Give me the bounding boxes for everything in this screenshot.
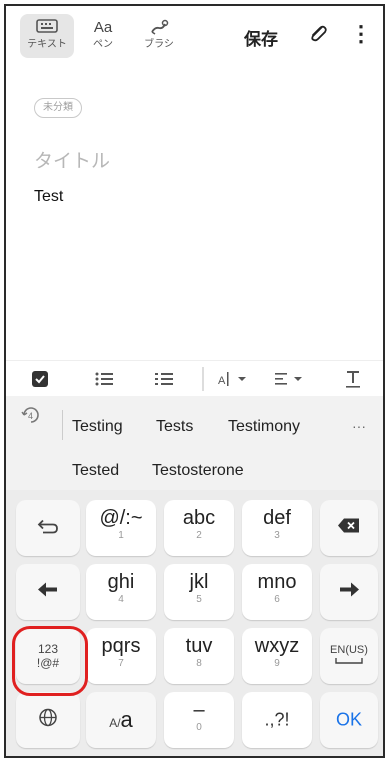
align-icon[interactable] — [274, 367, 308, 391]
handwriting-toggle-icon[interactable]: 4 — [20, 404, 42, 431]
key-number: 2 — [196, 530, 202, 541]
keyboard: @/:~ 1 abc 2 def 3 ghi 4 jkl 5 mno 6 123… — [6, 490, 383, 756]
key-8[interactable]: tuv 8 — [164, 628, 234, 684]
device-screen: テキスト Aa ペン ブラシ 保存 ⋮ 未分類 タイトル Test A 4 Te… — [4, 4, 385, 758]
font-size-icon[interactable]: A — [218, 367, 252, 391]
key-number: 6 — [274, 594, 280, 605]
punctuation-key[interactable]: .,?! — [242, 692, 312, 748]
keyboard-icon — [20, 18, 74, 38]
key-7[interactable]: pqrs 7 — [86, 628, 156, 684]
checkbox-icon[interactable] — [28, 367, 52, 391]
key-label: wxyz — [254, 635, 300, 657]
pen-text-icon: Aa — [93, 19, 113, 36]
suggestion-word[interactable]: Tested — [72, 462, 119, 480]
key-label: – — [193, 699, 205, 721]
key-number: 7 — [118, 658, 124, 669]
key-label: ghi — [107, 571, 135, 593]
arrow-right-icon — [320, 582, 378, 603]
bullet-list-icon[interactable] — [92, 367, 116, 391]
key-2[interactable]: abc 2 — [164, 500, 234, 556]
mode-key-line2: !@# — [36, 656, 60, 670]
suggestion-word[interactable]: Testimony — [228, 418, 300, 436]
text-style-icon[interactable] — [342, 367, 364, 391]
key-9[interactable]: wxyz 9 — [242, 628, 312, 684]
key-label: abc — [182, 507, 216, 529]
svg-text:4: 4 — [28, 411, 33, 421]
key-label: tuv — [185, 635, 213, 657]
toolbar-divider — [202, 367, 204, 391]
arrow-left-icon — [16, 582, 80, 603]
suggestion-bar: 4 Testing Tests Testimony ··· Tested Tes… — [6, 396, 383, 490]
save-button[interactable]: 保存 — [244, 25, 278, 50]
pen-mode-button[interactable]: Aa ペン — [76, 14, 130, 58]
note-body-text[interactable]: Test — [34, 188, 63, 206]
numbered-list-icon[interactable] — [152, 367, 176, 391]
svg-text:A: A — [218, 375, 226, 387]
key-number: 9 — [274, 658, 280, 669]
backspace-key[interactable] — [320, 500, 378, 556]
ok-label: OK — [335, 709, 362, 730]
case-toggle-label: A/a — [86, 707, 156, 733]
more-options-button[interactable]: ⋮ — [350, 22, 372, 48]
case-big-text: a — [120, 707, 133, 732]
cursor-left-key[interactable] — [16, 564, 80, 620]
text-mode-label: テキスト — [27, 39, 67, 50]
pen-mode-label: ペン — [93, 39, 113, 50]
globe-icon — [16, 708, 80, 733]
key-number: 5 — [196, 594, 202, 605]
suggestion-word[interactable]: Tests — [156, 418, 193, 436]
brush-mode-button[interactable]: ブラシ — [132, 14, 186, 58]
text-mode-button[interactable]: テキスト — [20, 14, 74, 58]
suggestion-word[interactable]: Testosterone — [152, 462, 244, 480]
key-label: @/:~ — [99, 507, 143, 529]
key-label: pqrs — [101, 635, 141, 657]
ok-key[interactable]: OK — [320, 692, 378, 748]
key-number: 4 — [118, 594, 124, 605]
mode-key-line1: 123 — [37, 642, 59, 656]
paperclip-icon — [311, 25, 327, 42]
punctuation-label: .,?! — [264, 709, 290, 730]
category-chip[interactable]: 未分類 — [34, 98, 82, 118]
attach-button[interactable] — [306, 22, 330, 46]
key-number: 0 — [196, 722, 202, 733]
key-label: jkl — [189, 571, 209, 593]
case-toggle-key[interactable]: A/a — [86, 692, 156, 748]
key-label: def — [263, 507, 291, 529]
brush-mode-label: ブラシ — [144, 39, 174, 50]
undo-icon — [16, 517, 80, 540]
top-toolbar: テキスト Aa ペン ブラシ 保存 ⋮ — [6, 6, 383, 66]
key-3[interactable]: def 3 — [242, 500, 312, 556]
language-label: EN(US) — [320, 644, 378, 668]
key-number: 8 — [196, 658, 202, 669]
key-1[interactable]: @/:~ 1 — [86, 500, 156, 556]
key-label: mno — [257, 571, 297, 593]
suggestion-divider — [62, 410, 63, 440]
key-6[interactable]: mno 6 — [242, 564, 312, 620]
key-0[interactable]: – 0 — [164, 692, 234, 748]
space-icon — [335, 658, 363, 664]
key-number: 3 — [274, 530, 280, 541]
cursor-right-key[interactable] — [320, 564, 378, 620]
case-small-text: A/ — [109, 716, 121, 730]
key-number: 1 — [118, 530, 124, 541]
language-switch-key[interactable] — [16, 692, 80, 748]
mode-key-label: 123 !@# — [16, 642, 80, 670]
formatting-toolbar: A — [6, 360, 383, 397]
language-text: EN(US) — [330, 644, 368, 656]
key-5[interactable]: jkl 5 — [164, 564, 234, 620]
suggestion-word[interactable]: Testing — [72, 418, 123, 436]
backspace-icon — [320, 518, 378, 539]
language-space-key[interactable]: EN(US) — [320, 628, 378, 684]
title-placeholder[interactable]: タイトル — [34, 146, 110, 173]
undo-key[interactable] — [16, 500, 80, 556]
number-symbol-mode-key[interactable]: 123 !@# — [16, 628, 80, 684]
brush-icon — [132, 18, 186, 38]
more-suggestions-button[interactable]: ··· — [352, 418, 366, 434]
key-4[interactable]: ghi 4 — [86, 564, 156, 620]
